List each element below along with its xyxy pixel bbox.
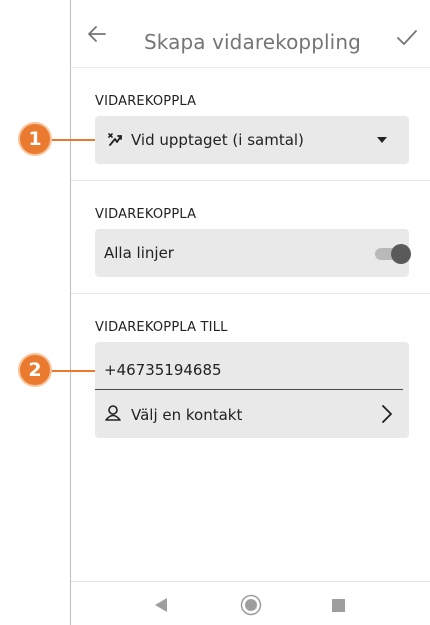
nav-recents-icon[interactable] [332, 599, 345, 612]
dropdown-arrow-icon [377, 137, 387, 143]
forward-condition-label: VIDAREKOPPLA [95, 94, 197, 109]
callout-2-badge: 2 [18, 353, 52, 387]
callout-2-line [50, 370, 95, 372]
all-lines-row: Alla linjer [95, 229, 411, 277]
person-icon [105, 405, 121, 421]
choose-contact-label: Välj en kontakt [131, 406, 243, 424]
app-bar: Skapa vidarekoppling [71, 0, 430, 68]
back-arrow-icon[interactable] [85, 22, 109, 46]
callout-1-line [50, 139, 95, 141]
call-busy-icon [108, 133, 122, 146]
phone-number-input[interactable]: +46735194685 [104, 361, 222, 379]
system-nav-bar [71, 581, 430, 625]
callout-1-badge: 1 [18, 122, 52, 156]
chevron-right-icon [382, 405, 392, 423]
nav-back-icon[interactable] [155, 598, 167, 612]
phone-screen: Skapa vidarekoppling VIDAREKOPPLA Vid up… [70, 0, 430, 625]
page-title: Skapa vidarekoppling [144, 30, 361, 54]
check-icon[interactable] [396, 28, 418, 48]
forward-condition-dropdown[interactable]: Vid upptaget (i samtal) [95, 116, 409, 164]
section-divider [71, 180, 430, 181]
all-lines-label: Alla linjer [104, 244, 174, 262]
forward-lines-label: VIDAREKOPPLA [95, 207, 197, 222]
forward-to-label: VIDAREKOPPLA TILL [95, 320, 228, 335]
toggle-thumb[interactable] [391, 244, 411, 264]
nav-home-icon[interactable] [240, 594, 262, 616]
forward-to-box: +46735194685 Välj en kontakt [95, 342, 409, 438]
forward-condition-value: Vid upptaget (i samtal) [131, 131, 304, 149]
section-divider [71, 293, 430, 294]
choose-contact-button[interactable]: Välj en kontakt [95, 390, 409, 438]
